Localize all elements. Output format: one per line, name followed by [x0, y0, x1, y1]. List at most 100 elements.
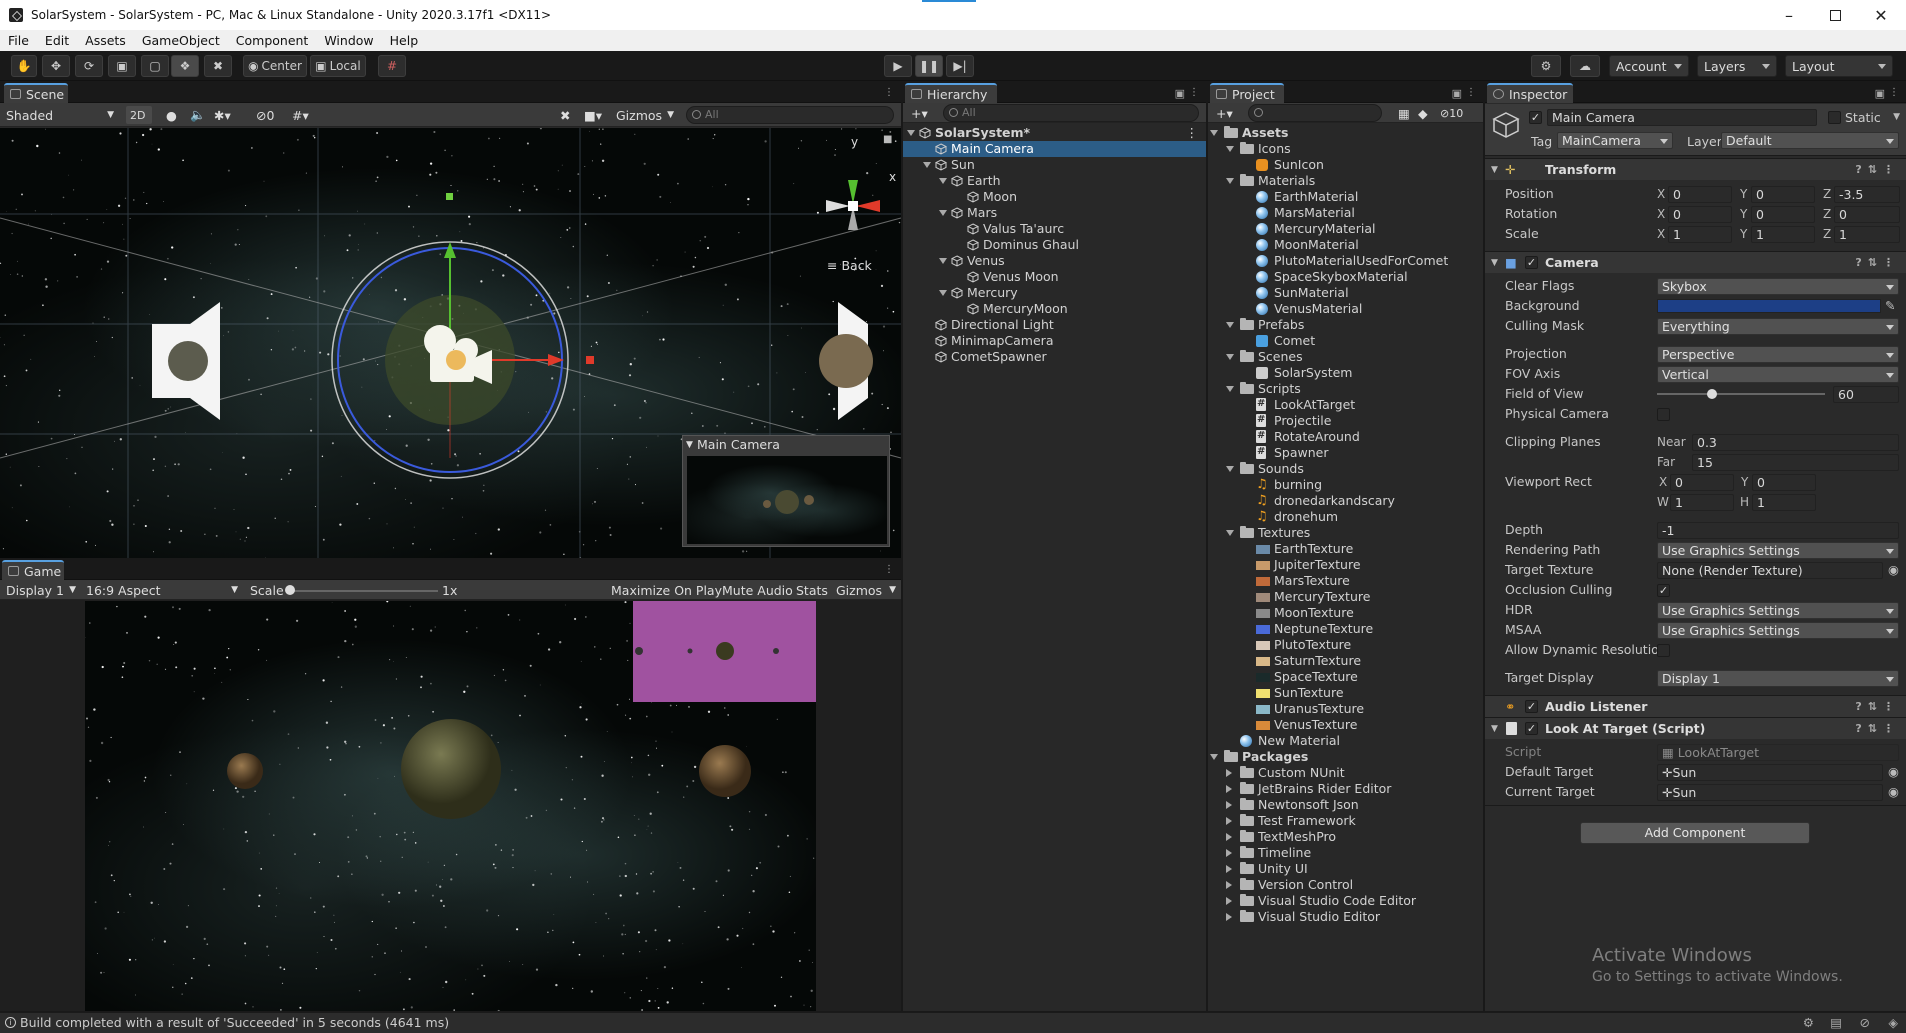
look-at-foldout-icon[interactable]: ▼: [1491, 718, 1498, 740]
effects-dropdown[interactable]: ✱▾: [210, 106, 235, 124]
object-picker-icon[interactable]: ◉: [1888, 763, 1899, 781]
scene-panel-menu-icon[interactable]: ⋮: [884, 87, 894, 98]
expand-arrow-icon[interactable]: [1226, 354, 1234, 364]
expand-arrow-icon[interactable]: [939, 178, 947, 188]
expand-arrow-icon[interactable]: [1226, 322, 1234, 332]
preview-collapse-icon[interactable]: ▼: [686, 436, 693, 454]
hierarchy-search-input[interactable]: All: [943, 104, 1199, 122]
project-item[interactable]: Test Framework: [1208, 813, 1483, 829]
expand-arrow-icon[interactable]: [1226, 785, 1236, 793]
display-dropdown[interactable]: Display 1 ▼: [2, 581, 78, 599]
minimize-button[interactable]: –: [1766, 0, 1812, 30]
scene-gizmos-dropdown[interactable]: Gizmos ▼: [612, 106, 676, 124]
scale-slider-handle[interactable]: [285, 585, 295, 595]
menu-component[interactable]: Component: [228, 33, 317, 48]
aspect-dropdown[interactable]: 16:9 Aspect ▼: [82, 581, 240, 599]
viewport-x-field[interactable]: 0: [1670, 474, 1734, 491]
hierarchy-menu-icon[interactable]: ⋮: [1189, 87, 1199, 98]
msaa-dropdown[interactable]: Use Graphics Settings: [1657, 622, 1899, 639]
eyedropper-icon[interactable]: ✎: [1885, 297, 1895, 315]
project-item[interactable]: ♫ burning: [1208, 477, 1483, 493]
expand-arrow-icon[interactable]: [1226, 466, 1234, 476]
project-item[interactable]: Newtonsoft Json: [1208, 797, 1483, 813]
expand-arrow-icon[interactable]: [1226, 849, 1236, 857]
expand-arrow-icon[interactable]: [1226, 865, 1236, 873]
scene-menu-icon[interactable]: ⋮: [1186, 125, 1199, 141]
hierarchy-item[interactable]: CometSpawner: [903, 349, 1206, 365]
camera-settings-dropdown[interactable]: ■▾: [580, 106, 606, 124]
inspector-lock-icon[interactable]: ▣: [1875, 87, 1885, 100]
mute-audio-toggle[interactable]: Mute Audio: [718, 581, 797, 599]
hierarchy-add-button[interactable]: +▾: [907, 104, 932, 122]
culling-mask-dropdown[interactable]: Everything: [1657, 318, 1899, 335]
project-item[interactable]: JupiterTexture: [1208, 557, 1483, 573]
expand-arrow-icon[interactable]: [1226, 817, 1236, 825]
project-item[interactable]: New Material: [1208, 733, 1483, 749]
game-gizmos-dropdown[interactable]: Gizmos ▼: [832, 581, 898, 599]
project-item[interactable]: EarthMaterial: [1208, 189, 1483, 205]
expand-arrow-icon[interactable]: [923, 162, 931, 172]
expand-arrow-icon[interactable]: [1226, 801, 1236, 809]
scale-z-field[interactable]: 1: [1834, 226, 1900, 243]
project-item[interactable]: VenusMaterial: [1208, 301, 1483, 317]
project-item[interactable]: ♫ dronedarkandscary: [1208, 493, 1483, 509]
static-dropdown-icon[interactable]: ▼: [1893, 112, 1900, 122]
rendering-path-dropdown[interactable]: Use Graphics Settings: [1657, 542, 1899, 559]
grid-snap-button[interactable]: #: [378, 55, 406, 77]
project-item[interactable]: MercuryMaterial: [1208, 221, 1483, 237]
2d-toggle-button[interactable]: 2D: [126, 106, 152, 124]
expand-arrow-icon[interactable]: [939, 290, 947, 300]
transform-header[interactable]: ▼ ✛ Transform ?⇅⋮: [1485, 158, 1906, 180]
menu-help[interactable]: Help: [382, 33, 427, 48]
static-checkbox[interactable]: [1828, 111, 1841, 124]
maximize-button[interactable]: [1812, 0, 1858, 30]
menu-assets[interactable]: Assets: [77, 33, 134, 48]
camera-foldout-icon[interactable]: ▼: [1491, 252, 1498, 274]
lighting-toggle[interactable]: ●: [162, 106, 181, 124]
hierarchy-item[interactable]: Dominus Ghaul: [903, 237, 1206, 253]
project-item[interactable]: TextMeshPro: [1208, 829, 1483, 845]
component-header-icons[interactable]: ?⇅⋮: [1855, 252, 1900, 274]
projection-dropdown[interactable]: Perspective: [1657, 346, 1899, 363]
hdr-dropdown[interactable]: Use Graphics Settings: [1657, 602, 1899, 619]
project-item[interactable]: Visual Studio Code Editor: [1208, 893, 1483, 909]
occlusion-checkbox[interactable]: ✓: [1657, 584, 1670, 597]
hierarchy-item[interactable]: Earth: [903, 173, 1206, 189]
audio-listener-checkbox[interactable]: ✓: [1525, 700, 1538, 713]
far-field[interactable]: 15: [1692, 454, 1899, 471]
rect-tool-button[interactable]: ▢: [141, 55, 169, 77]
project-item[interactable]: EarthTexture: [1208, 541, 1483, 557]
project-item[interactable]: MarsTexture: [1208, 573, 1483, 589]
viewport-w-field[interactable]: 1: [1670, 494, 1734, 511]
viewport-h-field[interactable]: 1: [1752, 494, 1816, 511]
project-item[interactable]: Textures: [1208, 525, 1483, 541]
scale-tool-button[interactable]: ▣: [108, 55, 136, 77]
target-display-dropdown[interactable]: Display 1: [1657, 670, 1899, 687]
object-name-field[interactable]: Main Camera: [1547, 109, 1817, 126]
rotation-x-field[interactable]: 0: [1668, 206, 1732, 223]
inspector-menu-icon[interactable]: ⋮: [1889, 87, 1899, 98]
position-z-field[interactable]: -3.5: [1834, 186, 1900, 203]
tab-hierarchy[interactable]: Hierarchy: [905, 83, 997, 103]
project-item[interactable]: SunTexture: [1208, 685, 1483, 701]
account-dropdown[interactable]: Account: [1609, 55, 1689, 77]
progress-spinner-icon[interactable]: ◈: [1888, 1013, 1898, 1033]
project-menu-icon[interactable]: ⋮: [1466, 87, 1476, 98]
expand-arrow-icon[interactable]: [1226, 913, 1236, 921]
audio-listener-header[interactable]: ⚭ ✓ Audio Listener ?⇅⋮: [1485, 695, 1906, 717]
play-button[interactable]: ▶: [884, 55, 912, 77]
project-item[interactable]: ♫ dronehum: [1208, 509, 1483, 525]
project-item[interactable]: Packages: [1208, 749, 1483, 765]
expand-arrow-icon[interactable]: [1210, 130, 1218, 140]
rotate-tool-button[interactable]: ⟳: [75, 55, 103, 77]
orientation-gizmo[interactable]: [826, 180, 880, 230]
project-item[interactable]: Sounds: [1208, 461, 1483, 477]
camera-header[interactable]: ▼ ■ ✓ Camera ?⇅⋮: [1485, 251, 1906, 273]
stats-toggle[interactable]: Stats: [792, 581, 832, 599]
y-axis-arrow-icon[interactable]: [444, 242, 456, 258]
x-scale-handle[interactable]: [586, 356, 594, 364]
layers-dropdown[interactable]: Layers: [1697, 55, 1777, 77]
tools-overlay-button[interactable]: ✖: [556, 106, 574, 124]
project-item[interactable]: UranusTexture: [1208, 701, 1483, 717]
menu-gameobject[interactable]: GameObject: [134, 33, 228, 48]
